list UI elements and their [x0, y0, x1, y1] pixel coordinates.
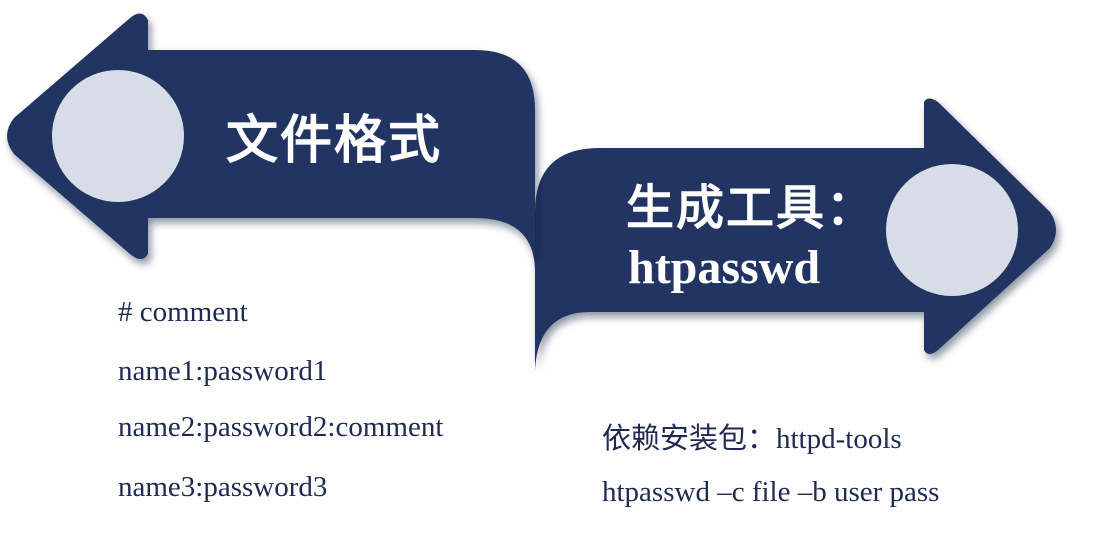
format-line-name1: name1:password1 — [118, 355, 328, 387]
format-line-name3: name3:password3 — [118, 471, 328, 503]
right-arrow-circle — [886, 164, 1018, 296]
arrows-diagram — [7, 13, 1056, 370]
left-arrow-circle — [52, 70, 184, 202]
format-line-name2: name2:password2:comment — [118, 411, 444, 443]
tool-line-package: 依赖安装包：httpd-tools — [602, 423, 902, 455]
format-line-comment: # comment — [118, 296, 248, 328]
left-arrow-title: 文件格式 — [226, 111, 443, 171]
right-arrow-subtitle: htpasswd — [628, 241, 821, 294]
tool-line-command: htpasswd –c file –b user pass — [602, 476, 940, 508]
right-arrow-title: 生成工具： — [626, 180, 877, 236]
